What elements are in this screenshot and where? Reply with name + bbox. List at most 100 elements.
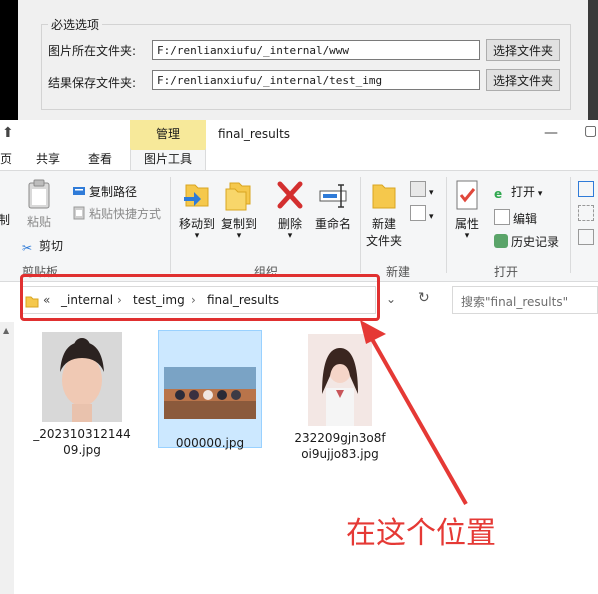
scissors-icon: ✂ xyxy=(22,241,33,255)
copy-path-label: 复制路径 xyxy=(89,185,138,199)
search-placeholder: 搜索"final_results" xyxy=(461,295,569,309)
manage-context-tab[interactable]: 管理 xyxy=(130,120,206,148)
select-none-icon[interactable] xyxy=(578,205,597,222)
edit-button[interactable]: 编辑 xyxy=(494,209,537,227)
edit-label: 编辑 xyxy=(513,212,538,226)
window-title: final_results xyxy=(218,127,291,141)
delete-label: 删除 xyxy=(277,217,302,231)
file-name-line2: 09.jpg xyxy=(63,443,101,457)
copy-to-label: 复制到 xyxy=(220,217,257,231)
edge-icon: e xyxy=(494,187,503,201)
image-folder-input[interactable]: F:/renlianxiufu/_internal/www xyxy=(152,40,480,60)
divider xyxy=(446,177,447,273)
minimize-icon[interactable]: — xyxy=(544,125,558,141)
dialog-border xyxy=(588,0,598,120)
file-item-selected[interactable]: 000000.jpg xyxy=(158,330,262,450)
file-explorer-window: ⬆ 管理 final_results — ▢ 页 共享 查看 图片工具 制 粘贴… xyxy=(0,120,598,594)
annotation-text: 在这个位置 xyxy=(346,516,496,551)
open-button[interactable]: e 打开 ▾ xyxy=(494,183,542,201)
rename-button[interactable]: 重命名 xyxy=(310,179,356,232)
new-item-icon xyxy=(410,181,426,197)
properties-button[interactable]: 属性 ▾ xyxy=(450,179,484,241)
delete-x-icon xyxy=(277,181,303,209)
result-folder-label: 结果保存文件夹: xyxy=(48,76,137,90)
required-options-group xyxy=(41,24,571,110)
tab-view[interactable]: 查看 xyxy=(82,148,118,170)
file-list: ▲ _202310312144 09.jpg 000000.jpg 232209… xyxy=(0,322,598,594)
refresh-icon[interactable]: ↻ xyxy=(418,290,430,306)
cut-partial-button[interactable]: 制 xyxy=(0,211,14,228)
easy-access-button[interactable]: ▾ xyxy=(410,205,434,222)
paste-shortcut-icon xyxy=(73,206,85,220)
new-group-label: 新建 xyxy=(386,265,411,279)
dropdown-arrow-icon: ▾ xyxy=(287,231,293,241)
rename-icon xyxy=(319,184,347,208)
new-folder-label-line2: 文件夹 xyxy=(365,234,402,248)
move-to-button[interactable]: 移动到 ▾ xyxy=(176,179,218,241)
cut-label: 剪切 xyxy=(39,239,64,253)
choose-result-folder-button[interactable]: 选择文件夹 xyxy=(486,69,560,91)
dropdown-arrow-icon: ▾ xyxy=(429,188,434,198)
history-button[interactable]: 历史记录 xyxy=(494,233,559,250)
easy-access-icon xyxy=(410,205,426,221)
history-label: 历史记录 xyxy=(511,235,560,249)
dropdown-arrow-icon: ▾ xyxy=(429,212,434,222)
paste-label: 粘贴 xyxy=(26,215,51,229)
move-to-label: 移动到 xyxy=(178,217,215,231)
search-input[interactable]: 搜索"final_results" xyxy=(452,286,598,314)
copy-path-icon xyxy=(73,187,85,195)
choose-image-folder-button[interactable]: 选择文件夹 xyxy=(486,39,560,61)
settings-dialog: 必选选项 图片所在文件夹: F:/renlianxiufu/_internal/… xyxy=(18,0,588,120)
tab-home[interactable]: 页 xyxy=(0,148,12,170)
scroll-up-icon[interactable]: ▲ xyxy=(3,326,9,335)
paste-shortcut-label: 粘贴快捷方式 xyxy=(89,207,162,221)
file-item[interactable]: _202310312144 09.jpg xyxy=(30,332,134,458)
move-folder-icon xyxy=(184,184,209,207)
tab-share[interactable]: 共享 xyxy=(30,148,66,170)
history-icon xyxy=(494,234,508,248)
copy-path-button[interactable]: 复制路径 xyxy=(72,183,137,200)
image-folder-label: 图片所在文件夹: xyxy=(48,44,137,58)
chevron-down-icon[interactable]: ⌄ xyxy=(386,292,396,306)
ribbon: 制 粘贴 复制路径 粘贴快捷方式 ✂ 剪切 剪贴板 移动到 ▾ 复制到 ▾ 删除… xyxy=(0,170,598,282)
dropdown-arrow-icon: ▾ xyxy=(194,231,200,241)
group-title: 必选选项 xyxy=(48,16,103,33)
annotation-arrow-icon xyxy=(360,320,468,505)
ribbon-tabs: 页 共享 查看 图片工具 xyxy=(0,148,598,170)
copy-folder-icon xyxy=(225,182,251,211)
new-folder-icon xyxy=(372,184,396,209)
paste-button[interactable]: 粘贴 xyxy=(22,179,56,230)
copy-to-button[interactable]: 复制到 ▾ xyxy=(218,179,260,241)
new-folder-label-line1: 新建 xyxy=(371,217,396,231)
properties-label: 属性 xyxy=(454,217,479,231)
select-all-icon[interactable] xyxy=(578,181,597,198)
back-arrow-icon[interactable]: ⬆ xyxy=(2,125,14,141)
title-bar: ⬆ 管理 final_results — ▢ xyxy=(0,120,598,148)
file-name-line1: 000000.jpg xyxy=(175,436,245,450)
cut-button[interactable]: ✂ 剪切 xyxy=(22,237,63,255)
new-folder-button[interactable]: 新建 文件夹 xyxy=(364,179,404,249)
maximize-icon[interactable]: ▢ xyxy=(584,123,597,139)
dropdown-arrow-icon: ▾ xyxy=(464,231,470,241)
cut-partial-label: 制 xyxy=(0,213,10,227)
delete-button[interactable]: 删除 ▾ xyxy=(270,179,310,241)
result-folder-input[interactable]: F:/renlianxiufu/_internal/test_img xyxy=(152,70,480,90)
portrait-thumbnail xyxy=(42,332,122,422)
rename-label: 重命名 xyxy=(314,217,351,231)
paste-shortcut-button[interactable]: 粘贴快捷方式 xyxy=(72,205,161,222)
edit-pencil-icon xyxy=(494,209,510,225)
dropdown-arrow-icon: ▾ xyxy=(535,189,543,199)
navigation-pane-scrollbar[interactable]: ▲ xyxy=(0,322,14,594)
clipboard-icon xyxy=(28,179,50,209)
open-group-label: 打开 xyxy=(494,265,519,279)
background-window-edge xyxy=(0,0,18,120)
divider xyxy=(570,177,571,273)
file-name-line1: _202310312144 xyxy=(33,427,131,441)
tab-picture-tools[interactable]: 图片工具 xyxy=(130,148,206,170)
open-label: 打开 xyxy=(511,185,536,199)
divider xyxy=(360,177,361,273)
new-item-button[interactable]: ▾ xyxy=(410,181,434,198)
highlight-box xyxy=(20,274,380,321)
invert-selection-icon[interactable] xyxy=(578,229,597,246)
divider xyxy=(170,177,171,273)
